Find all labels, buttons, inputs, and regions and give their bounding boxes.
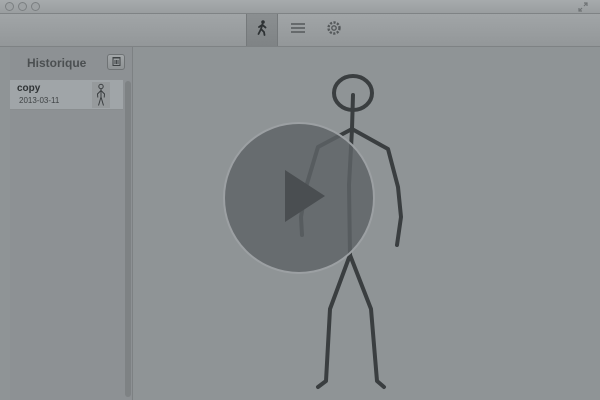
history-sidebar: Historique copy 2013-03-11 — [10, 47, 133, 400]
stick-figure-icon — [92, 82, 110, 108]
app-window: Historique copy 2013-03-11 — [0, 0, 600, 400]
toolbar-settings-button[interactable] — [318, 14, 350, 46]
gear-icon — [326, 20, 342, 41]
title-bar — [0, 0, 600, 14]
close-window-button[interactable] — [5, 2, 14, 11]
sidebar-title: Historique — [27, 56, 87, 70]
zoom-window-button[interactable] — [31, 2, 40, 11]
walking-figure-icon — [255, 19, 269, 41]
sidebar-scrollbar[interactable] — [125, 81, 131, 397]
delete-button[interactable] — [107, 54, 125, 70]
list-item-date: 2013-03-11 — [19, 96, 60, 105]
window-title — [80, 0, 200, 4]
sidebar-header: Historique — [10, 47, 133, 80]
toolbar — [0, 14, 600, 47]
toolbar-list-button[interactable] — [282, 14, 314, 46]
minimize-window-button[interactable] — [18, 2, 27, 11]
list-lines-icon — [290, 21, 306, 39]
fullscreen-arrows-icon[interactable] — [578, 2, 588, 12]
list-item-name: copy — [17, 83, 41, 94]
history-list: copy 2013-03-11 — [10, 80, 123, 110]
toolbar-animation-button[interactable] — [246, 14, 278, 46]
play-icon — [267, 164, 331, 233]
trash-icon — [112, 53, 121, 71]
list-item[interactable]: copy 2013-03-11 — [10, 80, 123, 110]
play-button[interactable] — [223, 122, 375, 274]
